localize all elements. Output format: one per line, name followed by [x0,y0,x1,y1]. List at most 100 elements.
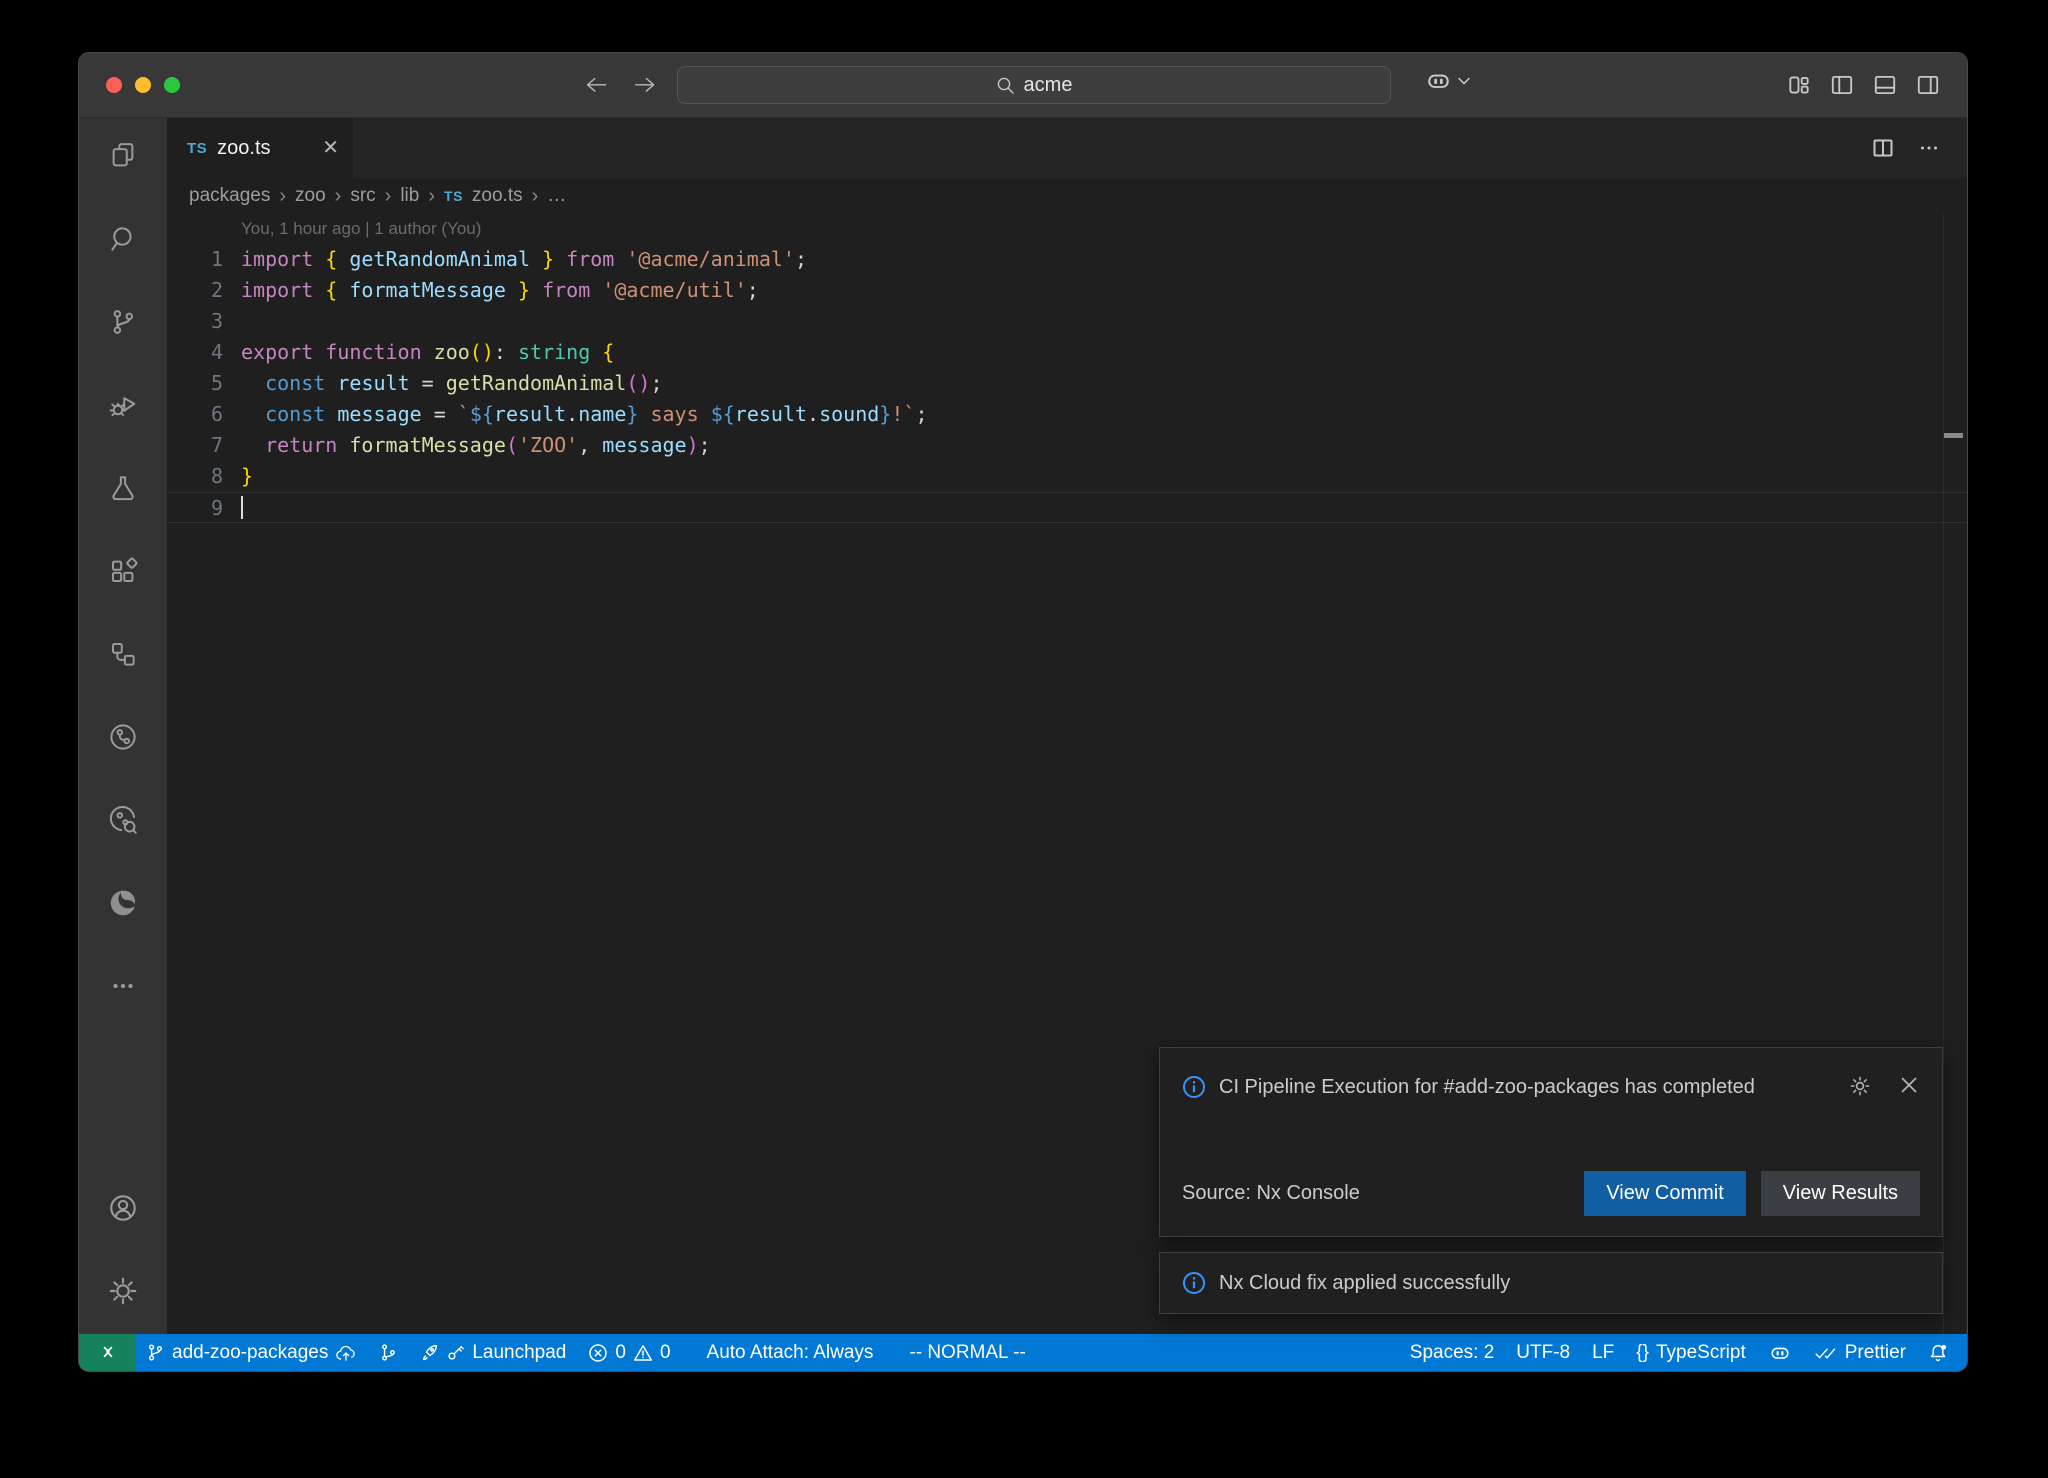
settings-gear-icon[interactable] [99,1267,147,1315]
notification-nx-cloud: Nx Cloud fix applied successfully [1159,1252,1943,1314]
customize-layout-icon[interactable] [1786,72,1812,98]
testing-icon[interactable] [99,464,147,512]
info-icon [1182,1070,1206,1099]
explorer-icon[interactable] [99,132,147,180]
code-line-2[interactable]: 2import { formatMessage } from '@acme/ut… [167,275,1967,306]
eol-status-item[interactable]: LF [1581,1334,1625,1371]
code-line-8[interactable]: 8} [167,461,1967,492]
overview-ruler-marker [1944,433,1963,438]
auto-attach-status-item[interactable]: Auto Attach: Always [696,1334,885,1371]
search-commits-icon[interactable] [99,796,147,844]
zoom-window-button[interactable] [164,77,180,93]
forward-arrow-icon[interactable] [632,74,658,96]
typescript-file-icon: TS [444,188,463,204]
close-tab-icon[interactable]: ✕ [322,138,339,158]
code-line-4[interactable]: 4export function zoo(): string { [167,337,1967,368]
breadcrumb-item-zoo[interactable]: zoo [295,185,326,207]
code-line-5[interactable]: 5 const result = getRandomAnimal(); [167,368,1967,399]
line-content: const result = getRandomAnimal(); [223,368,663,399]
vim-mode-status-item[interactable]: -- NORMAL -- [898,1334,1036,1371]
search-value: acme [1024,74,1073,97]
additional-views-icon[interactable] [99,962,147,1010]
auto-attach-label: Auto Attach: Always [707,1342,874,1364]
toggle-primary-sidebar-icon[interactable] [1829,72,1855,98]
prettier-status-item[interactable]: Prettier [1803,1334,1917,1371]
toggle-secondary-sidebar-icon[interactable] [1915,72,1941,98]
launchpad-label: Launchpad [472,1342,566,1364]
more-actions-icon[interactable] [1917,136,1941,160]
notification-ci-pipeline: CI Pipeline Execution for #add-zoo-packa… [1159,1047,1943,1237]
search-icon [996,76,1015,95]
close-icon[interactable] [1898,1074,1920,1098]
project-graph-icon[interactable] [99,630,147,678]
notification-settings-icon[interactable] [1848,1074,1872,1098]
breadcrumb-trailing-ellipsis[interactable]: … [547,185,566,207]
code-line-1[interactable]: 1import { getRandomAnimal } from '@acme/… [167,244,1967,275]
view-results-button[interactable]: View Results [1761,1171,1920,1216]
close-window-button[interactable] [106,77,122,93]
breadcrumb-separator-icon: › [279,185,286,208]
minimize-window-button[interactable] [135,77,151,93]
breadcrumb-separator-icon: › [428,185,435,208]
line-number: 6 [167,399,223,430]
branch-status-item[interactable]: add-zoo-packages [135,1334,368,1371]
command-center-search[interactable]: acme [677,66,1391,104]
split-editor-icon[interactable] [1871,136,1895,160]
error-count: 0 [615,1342,626,1364]
code-line-3[interactable]: 3 [167,306,1967,337]
remote-icon [96,1342,118,1364]
commit-graph-status-item[interactable] [368,1334,409,1371]
toggle-panel-icon[interactable] [1872,72,1898,98]
vscode-window: acme [78,52,1968,1372]
breadcrumb-separator-icon: › [532,185,539,208]
code-line-6[interactable]: 6 const message = `${result.name} says $… [167,399,1967,430]
breadcrumb: packages › zoo › src › lib › TS zoo.ts › … [167,178,1967,214]
tab-zoo-ts[interactable]: TS zoo.ts ✕ [167,118,353,178]
breadcrumb-item-lib[interactable]: lib [400,185,419,207]
indentation-status-item[interactable]: Spaces: 2 [1399,1334,1506,1371]
notification-message: CI Pipeline Execution for #add-zoo-packa… [1219,1070,1755,1104]
encoding-label: UTF-8 [1516,1342,1570,1364]
notifications-bell-item[interactable] [1917,1334,1959,1371]
accounts-icon[interactable] [99,1184,147,1232]
remote-indicator[interactable] [79,1334,135,1371]
extensions-icon[interactable] [99,547,147,595]
edge-devtools-icon[interactable] [99,879,147,927]
line-content: } [223,461,253,492]
line-content: export function zoo(): string { [223,337,614,368]
breadcrumb-separator-icon: › [335,185,342,208]
line-content [223,493,243,522]
eol-label: LF [1592,1342,1614,1364]
search-icon[interactable] [99,215,147,263]
double-check-icon [1814,1344,1838,1362]
view-commit-button[interactable]: View Commit [1584,1171,1745,1216]
back-arrow-icon[interactable] [584,74,610,96]
spaces-label: Spaces: 2 [1410,1342,1495,1364]
copilot-status-item[interactable] [1757,1334,1803,1371]
launchpad-status-item[interactable]: Launchpad [409,1334,577,1371]
breadcrumb-separator-icon: › [385,185,392,208]
line-content [223,306,241,337]
code-line-7[interactable]: 7 return formatMessage('ZOO', message); [167,430,1967,461]
typescript-file-icon: TS [187,140,207,157]
line-number: 3 [167,306,223,337]
cloud-upload-icon [335,1344,357,1362]
breadcrumb-item-packages[interactable]: packages [189,185,270,207]
encoding-status-item[interactable]: UTF-8 [1505,1334,1581,1371]
language-status-item[interactable]: {} TypeScript [1625,1334,1756,1371]
info-icon [1182,1271,1206,1295]
copilot-menu-button[interactable] [1425,69,1470,93]
commit-graph-icon[interactable] [99,713,147,761]
run-debug-icon[interactable] [99,381,147,429]
line-content: const message = `${result.name} says ${r… [223,399,927,430]
code-line-9[interactable]: 9 [167,492,1967,523]
status-bar: add-zoo-packages Launchpad 0 [79,1334,1967,1371]
line-number: 9 [167,493,223,522]
problems-status-item[interactable]: 0 0 [577,1334,681,1371]
text-cursor [241,496,243,519]
breadcrumb-item-file[interactable]: zoo.ts [472,185,523,207]
breadcrumb-item-src[interactable]: src [350,185,375,207]
notification-source: Source: Nx Console [1182,1182,1360,1205]
traffic-lights [106,77,180,93]
source-control-icon[interactable] [99,298,147,346]
